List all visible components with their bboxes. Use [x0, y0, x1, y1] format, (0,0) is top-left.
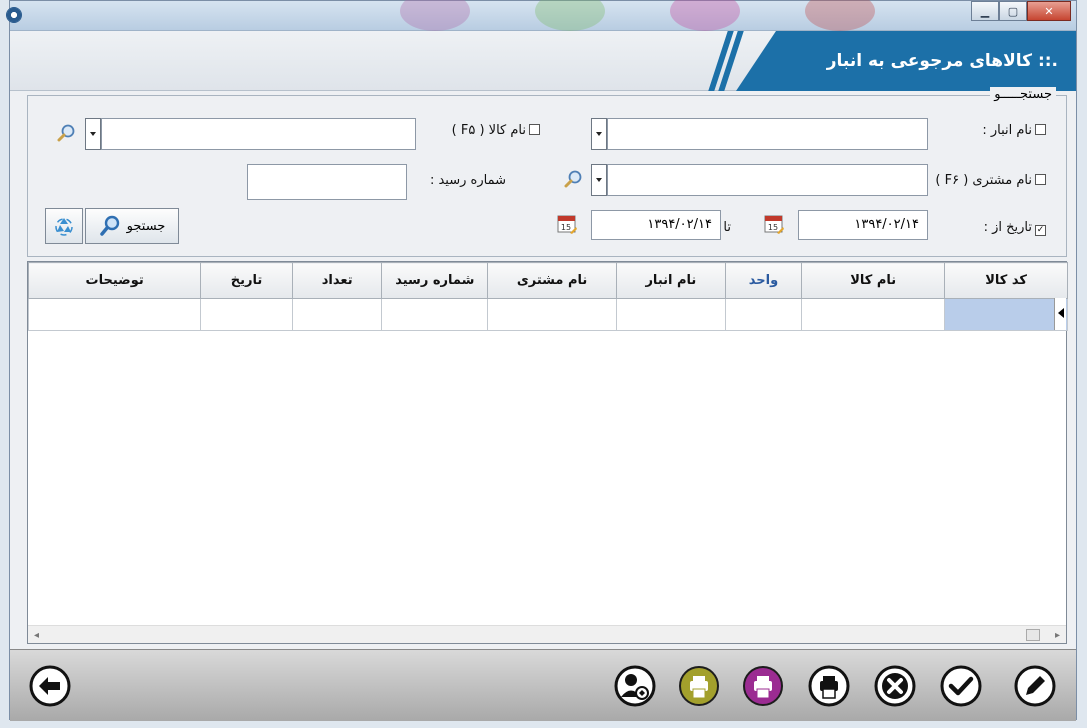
checkbox-icon[interactable]	[1035, 124, 1046, 135]
customer-dropdown-icon[interactable]	[591, 164, 607, 196]
date-checkbox[interactable]: ✓تاریخ از :	[984, 220, 1046, 236]
search-panel: جستجـــــو نام انبار : نام کالا ( F۵ ) ن…	[27, 87, 1067, 257]
column-header[interactable]: نام انبار	[616, 262, 726, 299]
reset-button[interactable]	[45, 208, 83, 244]
column-header[interactable]: واحد	[724, 262, 803, 299]
back-arrow-icon[interactable]	[28, 664, 72, 708]
customer-input[interactable]	[607, 164, 928, 196]
date-to-input[interactable]: ۱۳۹۴/۰۲/۱۴	[591, 210, 721, 240]
product-dropdown-icon[interactable]	[85, 118, 101, 150]
date-to-label: تا	[723, 220, 731, 235]
column-header[interactable]: توضیحات	[27, 262, 202, 299]
results-table: کد کالا نام کالا واحد نام انبار نام مشتر…	[27, 262, 1068, 331]
table-cell[interactable]	[944, 298, 1068, 331]
confirm-icon[interactable]	[939, 664, 983, 708]
cancel-icon[interactable]	[873, 664, 917, 708]
table-cell[interactable]	[616, 298, 726, 331]
customer-report-icon[interactable]	[613, 664, 657, 708]
search-icon[interactable]	[56, 122, 78, 144]
column-header[interactable]: نام کالا	[801, 262, 946, 299]
row-indicator-icon	[1054, 298, 1066, 330]
decoration-logo-icon	[670, 0, 740, 31]
date-from-input[interactable]: ۱۳۹۴/۰۲/۱۴	[798, 210, 928, 240]
column-header[interactable]: شماره رسید	[381, 262, 489, 299]
table-cell[interactable]	[291, 298, 383, 331]
product-checkbox[interactable]: نام کالا ( F۵ )	[452, 123, 540, 138]
search-legend: جستجـــــو	[990, 87, 1056, 102]
column-header[interactable]: تاریخ	[200, 262, 293, 299]
recycle-icon	[55, 218, 73, 236]
column-header[interactable]: نام مشتری	[487, 262, 618, 299]
print-icon[interactable]	[677, 664, 721, 708]
search-icon	[99, 215, 119, 236]
svg-text:15: 15	[561, 223, 571, 232]
close-icon[interactable]: ✕	[1027, 1, 1071, 21]
table-cell[interactable]	[200, 298, 293, 331]
warehouse-checkbox[interactable]: نام انبار :	[982, 123, 1046, 138]
horizontal-scrollbar[interactable]: ◂ ▸	[28, 625, 1066, 643]
warehouse-dropdown-icon[interactable]	[591, 118, 607, 150]
decoration-logo-icon	[535, 0, 605, 31]
search-button-label: جستجو	[126, 218, 166, 234]
table-cell[interactable]	[381, 298, 489, 331]
checkbox-icon[interactable]: ✓	[1035, 225, 1046, 236]
app-icon	[6, 7, 22, 23]
minimize-icon[interactable]: ▁	[971, 1, 999, 21]
calendar-icon[interactable]: 15	[763, 213, 785, 235]
search-icon[interactable]	[563, 168, 585, 190]
receipt-input[interactable]	[247, 164, 407, 200]
search-button[interactable]: جستجو	[85, 208, 179, 244]
calendar-icon[interactable]: 15	[556, 213, 578, 235]
table-cell[interactable]	[724, 298, 803, 331]
receipt-label: شماره رسید :	[429, 173, 506, 188]
scroll-right-icon[interactable]: ▸	[1055, 630, 1060, 641]
table-cell[interactable]	[27, 298, 202, 331]
checkbox-icon[interactable]	[529, 124, 540, 135]
results-grid[interactable]: کد کالا نام کالا واحد نام انبار نام مشتر…	[27, 261, 1068, 644]
page-title: .:: کالاهای مرجوعی به انبار	[826, 51, 1058, 71]
decoration-logo-icon	[805, 0, 875, 31]
title-bar: ▁ ▢ ✕	[6, 0, 1076, 31]
edit-icon[interactable]	[1013, 664, 1057, 708]
bottom-toolbar	[10, 649, 1076, 721]
warehouse-input[interactable]	[607, 118, 928, 150]
table-cell[interactable]	[487, 298, 618, 331]
svg-text:15: 15	[768, 223, 778, 232]
customer-checkbox[interactable]: نام مشتری ( F۶ )	[935, 173, 1046, 188]
maximize-icon[interactable]: ▢	[999, 1, 1027, 21]
print-icon[interactable]	[741, 664, 785, 708]
table-cell[interactable]	[801, 298, 946, 331]
column-header[interactable]: کد کالا	[944, 262, 1068, 299]
scroll-thumb[interactable]	[1026, 629, 1040, 641]
column-header[interactable]: تعداد	[291, 262, 383, 299]
table-row[interactable]	[27, 298, 1068, 331]
app-window: ▁ ▢ ✕ .:: کالاهای مرجوعی به انبار جستجــ…	[6, 0, 1077, 721]
print-icon[interactable]	[807, 664, 851, 708]
decoration-logo-icon	[400, 0, 470, 31]
checkbox-icon[interactable]	[1035, 174, 1046, 185]
scroll-left-icon[interactable]: ◂	[34, 630, 39, 641]
product-input[interactable]	[101, 118, 416, 150]
